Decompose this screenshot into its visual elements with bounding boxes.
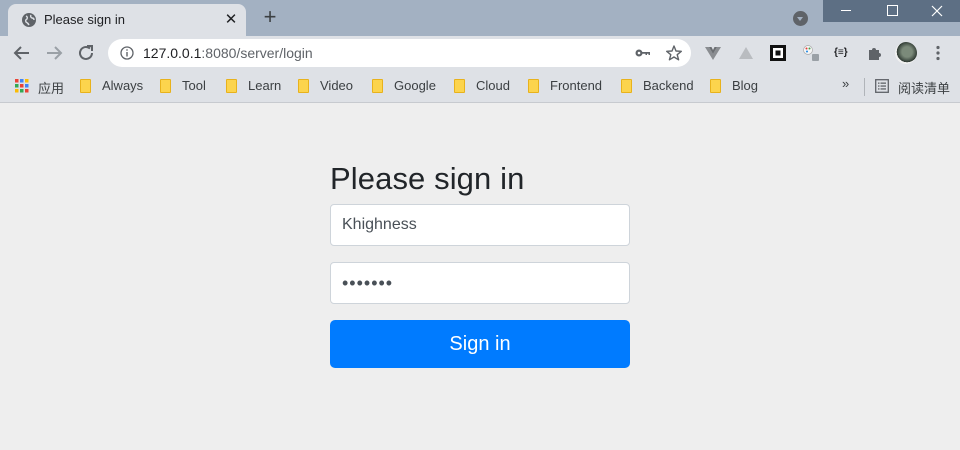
password-input[interactable]: ••••••• xyxy=(330,262,630,304)
globe-icon xyxy=(22,13,36,27)
browser-tab[interactable]: Please sign in ✕ xyxy=(8,4,246,36)
tab-search-icon[interactable] xyxy=(793,11,808,26)
back-arrow-icon[interactable] xyxy=(10,41,34,65)
page-title: Please sign in xyxy=(330,161,525,196)
browser-toolbar: 127.0.0.1:8080/server/login {≡} xyxy=(0,36,960,70)
folder-icon xyxy=(372,79,383,93)
page-content: Please sign in Khighness ••••••• Sign in xyxy=(0,104,960,450)
reading-list-icon[interactable] xyxy=(875,79,889,93)
bookmark-label: Frontend xyxy=(550,78,603,93)
new-tab-button[interactable]: + xyxy=(258,6,282,30)
sign-in-form: Please sign in Khighness ••••••• Sign in xyxy=(330,160,630,368)
tab-title: Please sign in xyxy=(44,12,125,27)
username-input[interactable]: Khighness xyxy=(330,204,630,246)
info-icon[interactable] xyxy=(120,46,134,60)
bookmark-label: Google xyxy=(394,78,436,93)
bookmarks-divider xyxy=(864,78,865,96)
url-text: 127.0.0.1:8080/server/login xyxy=(143,45,313,61)
folder-icon xyxy=(160,79,171,93)
folder-icon xyxy=(298,79,309,93)
bookmark-label: Tool xyxy=(182,78,206,93)
color-picker-icon[interactable] xyxy=(802,44,820,62)
url-host: 127.0.0.1 xyxy=(143,45,202,61)
sign-in-button[interactable]: Sign in xyxy=(330,320,630,368)
apps-grid-icon[interactable] xyxy=(15,79,29,93)
more-bookmarks-chevron-icon[interactable]: » xyxy=(842,76,849,91)
forward-arrow-icon[interactable] xyxy=(42,41,66,65)
folder-icon xyxy=(621,79,632,93)
vue-devtools-icon[interactable] xyxy=(704,44,722,62)
close-icon xyxy=(931,5,943,17)
bookmark-label: Video xyxy=(320,78,354,93)
folder-icon xyxy=(528,79,539,93)
reload-icon[interactable] xyxy=(74,41,98,65)
minimize-button[interactable] xyxy=(823,0,869,22)
folder-icon xyxy=(80,79,91,93)
bookmark-label: Always xyxy=(102,78,144,93)
puzzle-extensions-icon[interactable] xyxy=(866,44,884,62)
reading-list-label[interactable]: 阅读清单 xyxy=(898,78,950,97)
address-bar[interactable]: 127.0.0.1:8080/server/login xyxy=(108,39,691,67)
key-icon[interactable] xyxy=(634,45,652,61)
profile-avatar[interactable] xyxy=(895,42,917,64)
url-path: :8080/server/login xyxy=(201,45,313,61)
close-window-button[interactable] xyxy=(914,0,960,22)
bookmark-label: Blog xyxy=(732,78,759,93)
bookmark-star-icon[interactable] xyxy=(665,44,683,62)
maximize-button[interactable] xyxy=(869,0,915,22)
folder-icon xyxy=(226,79,237,93)
folder-icon xyxy=(454,79,465,93)
qr-code-icon[interactable] xyxy=(769,44,787,62)
apps-label[interactable]: 应用 xyxy=(38,78,64,97)
bookmark-label: Learn xyxy=(248,78,282,93)
folder-icon xyxy=(710,79,721,93)
tab-strip: Please sign in ✕ + xyxy=(0,0,960,36)
bookmark-label: Backend xyxy=(643,78,694,93)
more-menu-icon[interactable] xyxy=(932,45,944,61)
json-formatter-icon[interactable]: {≡} xyxy=(834,44,852,62)
triangle-extension-icon[interactable] xyxy=(737,44,755,62)
bookmark-label: Cloud xyxy=(476,78,510,93)
tab-close-icon[interactable]: ✕ xyxy=(222,11,240,29)
bookmarks-bar: 应用 Always Tool Learn Video Google Cloud … xyxy=(0,70,960,103)
